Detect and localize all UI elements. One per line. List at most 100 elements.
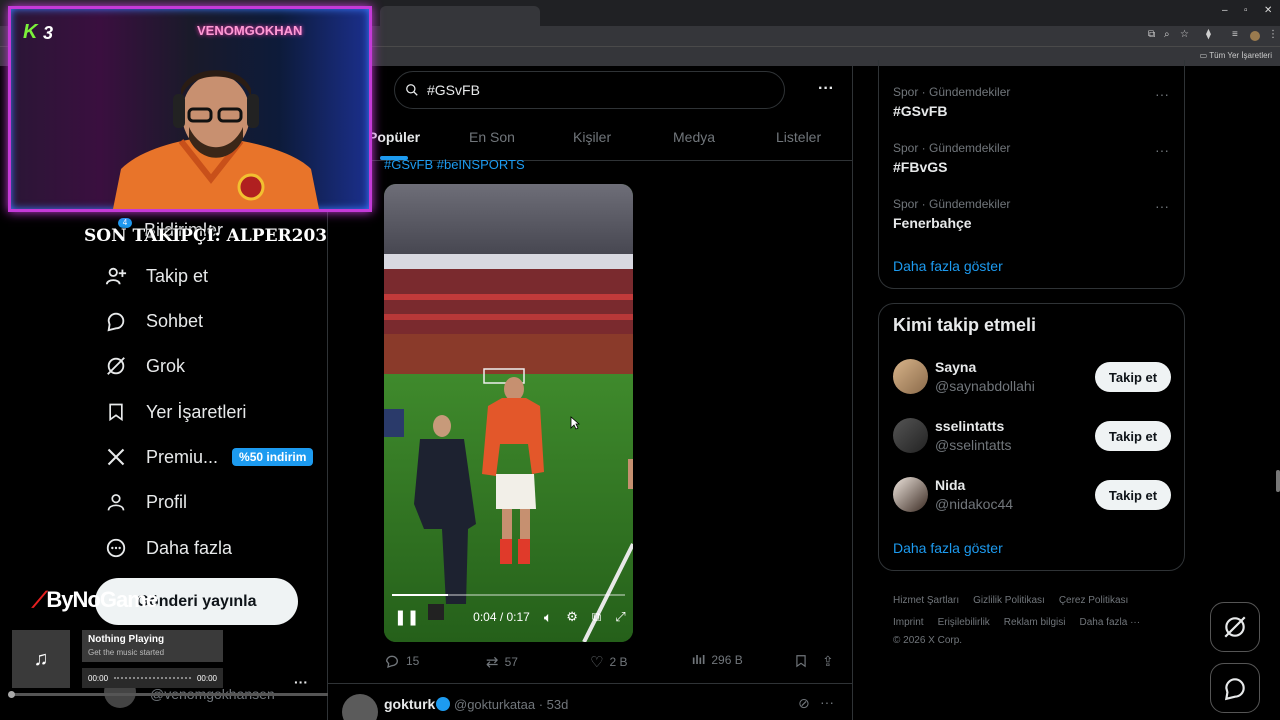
menu-icon[interactable]: ⋮	[1268, 29, 1278, 40]
suggestion-name[interactable]: sselintatts	[935, 418, 1004, 434]
trend-category: Spor · Gündemdekiler	[893, 197, 1011, 211]
footer-link[interactable]: Daha fazla ···	[1079, 617, 1140, 628]
search-more-button[interactable]: ···	[818, 80, 834, 98]
mouse-cursor-icon	[570, 416, 580, 430]
author-name[interactable]: gokturk	[384, 696, 435, 712]
footer-link[interactable]: Imprint	[893, 617, 924, 628]
follow-suggestion[interactable]: Nida @nidakoc44 Takip et	[893, 477, 1173, 517]
grok-icon	[1224, 616, 1246, 638]
follow-button[interactable]: Takip et	[1095, 362, 1171, 392]
fullscreen-icon[interactable]: ⤢	[615, 609, 625, 625]
kick-logo: K	[23, 21, 38, 43]
copyright: © 2026 X Corp.	[893, 635, 963, 646]
suggestion-name[interactable]: Nida	[935, 477, 965, 493]
install-icon[interactable]: ⧉	[1148, 29, 1155, 40]
footer-link[interactable]: Gizlilik Politikası	[973, 595, 1045, 606]
avatar[interactable]	[893, 418, 928, 453]
trend-more-button[interactable]: ···	[1155, 142, 1169, 158]
follow-suggestion[interactable]: sselintatts @sselintatts Takip et	[893, 418, 1173, 458]
extensions-icon[interactable]: ⧫	[1206, 29, 1211, 40]
add-user-icon	[104, 264, 128, 288]
sponsor-name: ByNoGame	[46, 587, 158, 612]
pause-icon[interactable]: ❚❚	[394, 608, 419, 626]
sidebar-item-label: Daha fazla	[146, 537, 233, 558]
heart-icon: ♡	[590, 654, 604, 671]
sidebar-item-label: Premiu...	[146, 446, 219, 467]
follow-button[interactable]: Takip et	[1095, 480, 1171, 510]
media-icon[interactable]: ≡	[1232, 29, 1238, 40]
tweet-divider	[328, 683, 852, 684]
sidebar-item-label: Grok	[146, 355, 186, 376]
follow-suggestion[interactable]: Sayna @saynabdollahi Takip et	[893, 359, 1173, 399]
music-note-icon: ♫	[12, 630, 70, 688]
pip-icon[interactable]: ⧉	[592, 609, 601, 625]
sidebar-item-label: Yer İşaretleri	[146, 401, 247, 422]
footer-link[interactable]: Erişilebilirlik	[938, 617, 990, 628]
share-icon: ⇪	[822, 653, 834, 669]
avatar[interactable]	[893, 359, 928, 394]
account-more-button[interactable]: ···	[294, 674, 308, 690]
video-frame	[384, 184, 633, 642]
follow-button[interactable]: Takip et	[1095, 421, 1171, 451]
streamer-name: VENOMGOKHAN	[197, 23, 303, 38]
screen: – ▫ ✕ ⧉ ⌕ ☆ ⧫ ≡ ⋮ ▭ Tüm Yer İşaretleri #…	[0, 0, 1280, 720]
chat-icon	[1224, 678, 1245, 701]
footer-link[interactable]: Hizmet Şartları	[893, 595, 959, 606]
tweet-hashtags[interactable]: #GSvFB #beINSPORTS	[384, 157, 525, 171]
reply-button[interactable]: 15	[384, 653, 419, 669]
trend-item[interactable]: Spor · Gündemdekiler #GSvFB	[893, 85, 1010, 119]
grok-icon[interactable]: ⊘	[798, 695, 810, 712]
stream-progress-knob	[8, 691, 15, 698]
bookmark-button[interactable]	[794, 653, 808, 669]
star-icon[interactable]: ☆	[1180, 29, 1189, 40]
trend-more-button[interactable]: ···	[1155, 198, 1169, 214]
grok-fab-button[interactable]	[1210, 602, 1260, 652]
sidebar-item-profile[interactable]: Profil	[104, 486, 187, 518]
views-button[interactable]: ılıl 296 B	[692, 653, 743, 667]
sidebar-item-grok[interactable]: Grok	[104, 350, 185, 382]
tweet-more-button[interactable]: ···	[820, 694, 834, 710]
sidebar-item-chat[interactable]: Sohbet	[104, 305, 203, 337]
sidebar-item-follow[interactable]: Takip et	[104, 260, 208, 292]
trend-more-button[interactable]: ···	[1155, 86, 1169, 102]
trend-item[interactable]: Spor · Gündemdekiler Fenerbahçe	[893, 197, 1010, 231]
tweet-video[interactable]: ❚❚ 0:04 / 0:17 🔈︎ ⚙ ⧉ ⤢	[384, 184, 633, 642]
trends-show-more-link[interactable]: Daha fazla göster	[893, 258, 1003, 274]
avatar[interactable]	[893, 477, 928, 512]
volume-icon[interactable]: 🔈︎	[544, 609, 552, 626]
close-icon[interactable]: ✕	[1264, 5, 1272, 16]
tab-people[interactable]: Kişiler	[573, 129, 611, 145]
chat-fab-button[interactable]	[1210, 663, 1260, 713]
footer-link[interactable]: Reklam bilgisi	[1004, 617, 1066, 628]
sidebar-item-bookmarks[interactable]: Yer İşaretleri	[104, 396, 246, 428]
author-handle: @gokturkataa · 53d	[454, 697, 569, 712]
page-scrollbar[interactable]	[1276, 470, 1280, 492]
suggestion-name[interactable]: Sayna	[935, 359, 976, 375]
suggestion-handle: @nidakoc44	[935, 496, 1014, 512]
share-button[interactable]: ⇪	[822, 653, 834, 670]
maximize-icon[interactable]: ▫	[1244, 5, 1248, 16]
all-bookmarks[interactable]: ▭ Tüm Yer İşaretleri	[1200, 51, 1272, 60]
tab-lists[interactable]: Listeler	[776, 129, 821, 145]
tab-latest[interactable]: En Son	[469, 129, 515, 145]
sidebar-item-premium[interactable]: Premiu... %50 indirim	[104, 441, 314, 473]
search-input[interactable]: #GSvFB	[394, 71, 785, 109]
sidebar-item-label: Takip et	[146, 265, 209, 286]
views-icon: ılıl	[692, 653, 706, 667]
tab-popular[interactable]: Popüler	[368, 129, 420, 145]
repost-button[interactable]: ⇄ 57	[486, 653, 518, 671]
zoom-icon[interactable]: ⌕	[1164, 29, 1170, 40]
sidebar-item-more[interactable]: Daha fazla	[104, 532, 232, 564]
kick-number: 3	[43, 23, 54, 43]
music-info: Nothing Playing Get the music started	[82, 630, 223, 662]
trend-item[interactable]: Spor · Gündemdekiler #FBvGS	[893, 141, 1010, 175]
follow-show-more-link[interactable]: Daha fazla göster	[893, 540, 1003, 556]
tab-media[interactable]: Medya	[673, 129, 715, 145]
profile-avatar-icon[interactable]	[1250, 31, 1260, 41]
trend-category: Spor · Gündemdekiler	[893, 141, 1011, 155]
footer-link[interactable]: Çerez Politikası	[1059, 595, 1128, 606]
settings-icon[interactable]: ⚙	[566, 609, 578, 625]
minimize-icon[interactable]: –	[1222, 5, 1228, 16]
like-button[interactable]: ♡ 2 B	[590, 653, 627, 671]
browser-tab[interactable]	[380, 6, 540, 26]
